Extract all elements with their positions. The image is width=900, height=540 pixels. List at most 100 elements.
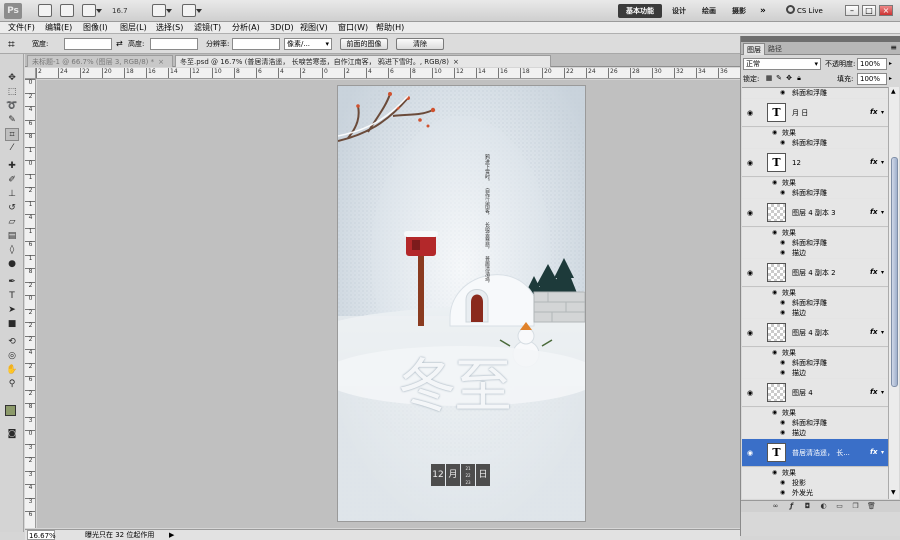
workspace-design-button[interactable]: 设计	[672, 4, 686, 18]
layer-effect-item[interactable]: ◉ 斜面和浮雕	[742, 88, 888, 98]
layer-effect-item[interactable]: ◉ 斜面和浮雕	[742, 188, 888, 198]
menu-image[interactable]: 图像(I)	[83, 22, 108, 34]
eye-icon[interactable]: ◉	[780, 138, 785, 148]
eye-icon[interactable]: ◉	[780, 308, 785, 318]
opacity-slider-arrow-icon[interactable]: ▸	[889, 58, 892, 70]
menu-view[interactable]: 视图(V)	[300, 22, 328, 34]
minimize-button[interactable]: –	[845, 5, 859, 16]
scroll-thumb[interactable]	[891, 157, 898, 387]
menu-file[interactable]: 文件(F)	[8, 22, 35, 34]
marquee-tool-icon[interactable]: ⬚	[5, 86, 19, 99]
close-icon[interactable]: ×	[453, 58, 459, 66]
eye-icon[interactable]: ◉	[745, 269, 755, 277]
eye-icon[interactable]: ◉	[780, 428, 785, 438]
eye-icon[interactable]: ◉	[745, 449, 755, 457]
layer-name[interactable]: 12	[792, 158, 866, 168]
menu-help[interactable]: 帮助(H)	[376, 22, 404, 34]
eye-icon[interactable]: ◉	[780, 368, 785, 378]
canvas-workspace[interactable]: 普居清浩遥， 长唳苦寒悲， 自作江南客， 鸦进下雪时。 冬至 12 月 21 2…	[37, 80, 740, 528]
quick-selection-tool-icon[interactable]: ✎	[5, 114, 19, 127]
link-layers-icon[interactable]: ∞	[771, 502, 780, 511]
height-input[interactable]	[150, 38, 198, 50]
eye-icon[interactable]: ◉	[745, 159, 755, 167]
3d-orbit-tool-icon[interactable]: ◎	[5, 350, 19, 363]
layer-row[interactable]: ◉ 图层 4 fx ▾	[742, 379, 888, 407]
path-selection-tool-icon[interactable]: ➤	[5, 304, 19, 317]
bridge-icon[interactable]	[38, 4, 52, 17]
clone-stamp-tool-icon[interactable]: ⊥	[5, 188, 19, 201]
fx-icon[interactable]: fx	[870, 268, 878, 276]
eye-icon[interactable]: ◉	[745, 209, 755, 217]
layer-row[interactable]: ◉ 图层 4 副本 fx ▾	[742, 319, 888, 347]
lasso-tool-icon[interactable]: ➰	[5, 100, 19, 113]
effects-group[interactable]: ◉ 效果	[742, 288, 888, 298]
layer-row[interactable]: ◉ T 12 fx ▾	[742, 149, 888, 177]
eye-icon[interactable]: ◉	[780, 238, 785, 248]
close-window-button[interactable]: ×	[879, 5, 893, 16]
layer-name[interactable]: 图层 4 副本 2	[792, 268, 866, 278]
new-group-icon[interactable]: ▭	[835, 502, 844, 511]
layers-scrollbar[interactable]: ▲ ▼	[888, 87, 899, 499]
layer-name[interactable]: 普居清浩遥， 长...	[792, 448, 866, 458]
effects-group[interactable]: ◉ 效果	[742, 228, 888, 238]
add-style-icon[interactable]: ƒ	[787, 502, 796, 511]
hand-tool-icon[interactable]: ✋	[5, 364, 19, 377]
opacity-input[interactable]: 100%	[857, 58, 887, 70]
eye-icon[interactable]: ◉	[745, 109, 755, 117]
ruler-origin[interactable]	[25, 68, 36, 79]
panel-menu-icon[interactable]: ≡	[890, 42, 897, 54]
expand-effects-icon[interactable]: ▾	[881, 209, 884, 216]
mini-bridge-icon[interactable]	[60, 4, 74, 17]
menu-layer[interactable]: 图层(L)	[120, 22, 147, 34]
layer-name[interactable]: 图层 4 副本 3	[792, 208, 866, 218]
vertical-ruler[interactable]: 024681012141618202224262830323436	[25, 79, 36, 528]
layer-name[interactable]: 月 日	[792, 108, 866, 118]
blur-tool-icon[interactable]: ◊	[5, 244, 19, 257]
expand-effects-icon[interactable]: ▾	[881, 449, 884, 456]
eraser-tool-icon[interactable]: ▱	[5, 216, 19, 229]
expand-effects-icon[interactable]: ▾	[881, 159, 884, 166]
delete-layer-icon[interactable]: 🗑︎	[867, 502, 876, 511]
horizontal-ruler[interactable]: 2 24 22 20 18 16 14 12 10 8 6 4 2 0 2 4 6 8 10 12 14 16 18 20 22…	[36, 68, 740, 79]
eye-icon[interactable]: ◉	[780, 488, 785, 498]
layer-row-selected[interactable]: ◉ T 普居清浩遥， 长... fx ▾	[742, 439, 888, 467]
crop-tool-icon[interactable]: ⌗	[5, 128, 19, 141]
width-input[interactable]	[64, 38, 112, 50]
eye-icon[interactable]: ◉	[745, 389, 755, 397]
healing-brush-tool-icon[interactable]: ✚	[5, 160, 19, 173]
dodge-tool-icon[interactable]: ●	[5, 258, 19, 271]
tab-layers[interactable]: 图层	[743, 43, 765, 55]
move-tool-icon[interactable]: ✥	[5, 72, 19, 85]
layer-effect-item[interactable]: ◉ 描边	[742, 248, 888, 258]
workspace-painting-button[interactable]: 绘画	[702, 4, 716, 18]
lock-all-icon[interactable]: 🔒︎	[795, 74, 803, 82]
layer-effect-item[interactable]: ◉ 描边	[742, 368, 888, 378]
eye-icon[interactable]: ◉	[780, 88, 785, 98]
menu-3d[interactable]: 3D(D)	[270, 22, 294, 34]
layer-effect-item[interactable]: ◉ 外发光	[742, 488, 888, 498]
workspace-photography-button[interactable]: 摄影	[732, 4, 746, 18]
screen-mode-icon[interactable]	[182, 4, 202, 17]
lock-transparency-icon[interactable]: ▦	[765, 74, 773, 82]
layer-effect-item[interactable]: ◉ 描边	[742, 308, 888, 318]
layer-row[interactable]: ◉ 图层 4 副本 3 fx ▾	[742, 199, 888, 227]
blend-mode-select[interactable]: 正常	[743, 58, 821, 70]
zoom-level-select[interactable]: 16.7	[112, 5, 142, 17]
effects-group[interactable]: ◉ 效果	[742, 408, 888, 418]
eye-icon[interactable]: ◉	[780, 358, 785, 368]
quick-mask-icon[interactable]: ◙	[5, 428, 19, 441]
workspace-essentials-button[interactable]: 基本功能	[618, 4, 662, 18]
menu-window[interactable]: 窗口(W)	[338, 22, 368, 34]
eye-icon[interactable]: ◉	[772, 408, 777, 418]
zoom-tool-icon[interactable]: ⚲	[5, 378, 19, 391]
eye-icon[interactable]: ◉	[772, 178, 777, 188]
crop-tool-preset-icon[interactable]: ⌗	[8, 37, 22, 51]
lock-position-icon[interactable]: ✥	[785, 74, 793, 82]
eyedropper-tool-icon[interactable]: ⁄	[5, 142, 19, 155]
cs-live-button[interactable]: CS Live	[786, 4, 823, 18]
3d-rotate-tool-icon[interactable]: ⟲	[5, 336, 19, 349]
pen-tool-icon[interactable]: ✒	[5, 276, 19, 289]
expand-effects-icon[interactable]: ▾	[881, 329, 884, 336]
expand-effects-icon[interactable]: ▾	[881, 389, 884, 396]
fx-icon[interactable]: fx	[870, 328, 878, 336]
